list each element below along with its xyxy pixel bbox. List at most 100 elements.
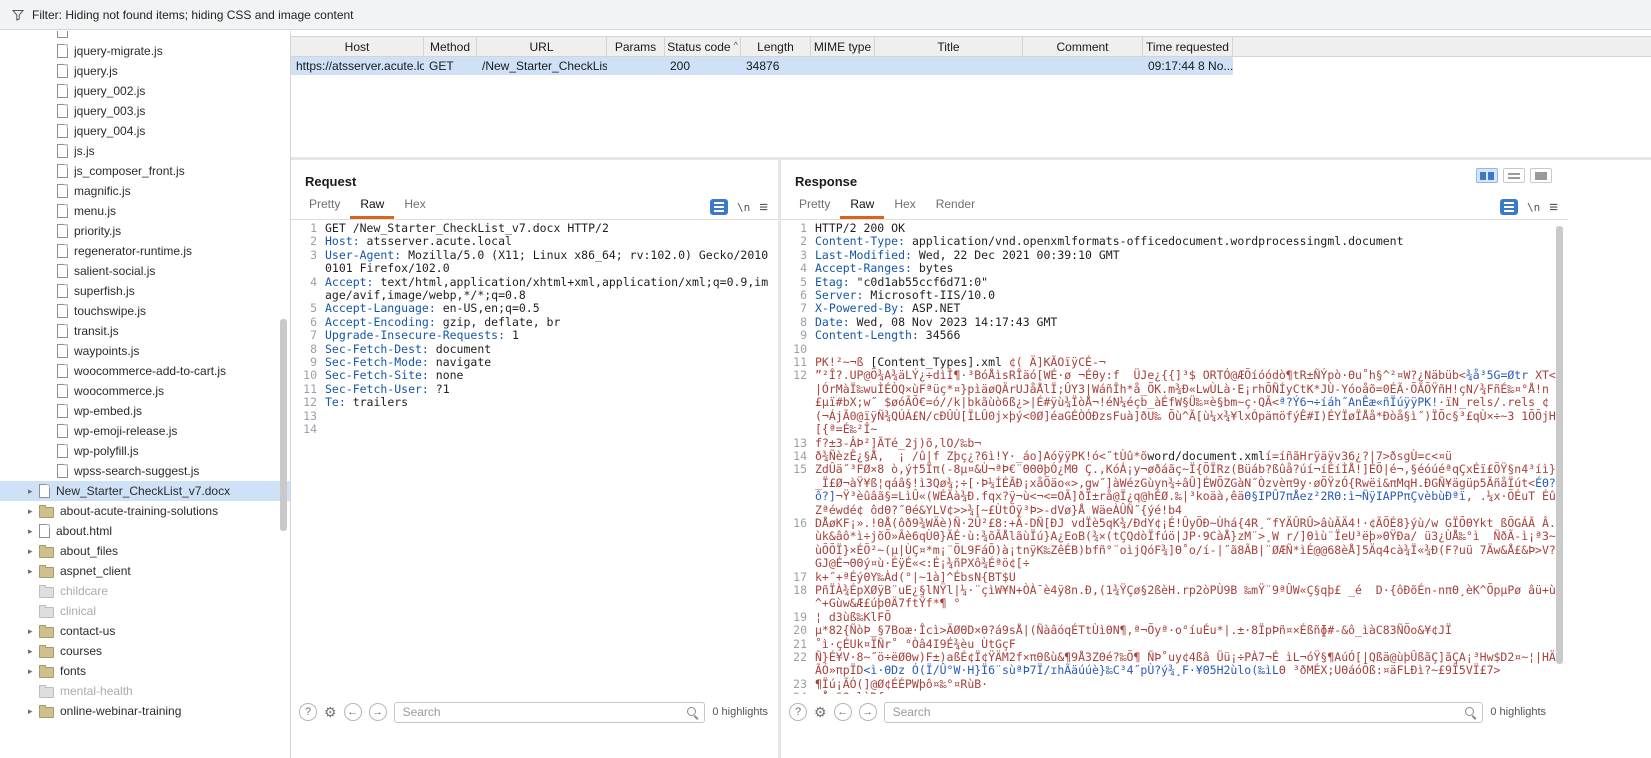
tree-item-label: wp-emoji-release.js [74, 424, 177, 438]
request-search-input[interactable] [394, 702, 706, 723]
tab-pretty[interactable]: Pretty [299, 193, 350, 219]
tree-item[interactable]: wp-embed.js [0, 401, 290, 421]
chevron-right-icon[interactable]: ▸ [28, 707, 39, 716]
tree-item[interactable]: childcare [0, 581, 290, 601]
column-header[interactable]: MIME type [811, 37, 875, 56]
chevron-right-icon[interactable]: ▸ [28, 567, 39, 576]
filter-bar[interactable]: Filter: Hiding not found items; hiding C… [0, 0, 1651, 30]
history-row[interactable]: https://atsserver.acute.lo...GET/New_Sta… [291, 57, 1233, 75]
help-icon[interactable]: ? [299, 703, 317, 721]
next-match-button[interactable]: → [369, 703, 387, 721]
tree-item[interactable]: ▸about_files [0, 541, 290, 561]
code-line: 4Accept: text/html,application/xhtml+xml… [297, 276, 770, 303]
prev-match-button[interactable]: ← [834, 703, 852, 721]
help-icon[interactable]: ? [789, 703, 807, 721]
tree-item[interactable]: waypoints.js [0, 341, 290, 361]
tree-scrollbar[interactable] [280, 319, 287, 531]
gear-icon[interactable]: ⚙ [814, 705, 827, 719]
chevron-right-icon[interactable]: ▸ [28, 547, 39, 556]
column-header[interactable]: Host [291, 37, 424, 56]
tree-item[interactable]: ▸courses [0, 641, 290, 661]
tab-raw[interactable]: Raw [350, 193, 394, 219]
prev-match-button[interactable]: ← [344, 703, 362, 721]
tree-item[interactable]: ▸New_Starter_CheckList_v7.docx [0, 481, 290, 501]
chevron-right-icon[interactable]: ▸ [28, 487, 39, 496]
tab-render[interactable]: Render [926, 193, 985, 219]
file-icon [57, 344, 68, 358]
tab-hex[interactable]: Hex [394, 193, 435, 219]
tree-item[interactable]: ▸about.html [0, 521, 290, 541]
column-header[interactable]: Method [424, 37, 477, 56]
gear-icon[interactable]: ⚙ [324, 705, 337, 719]
tree-item[interactable]: jquery_003.js [0, 101, 290, 121]
wrap-lines-icon[interactable] [1500, 199, 1518, 215]
tree-item[interactable]: jquery-migrate.js [0, 41, 290, 61]
tree-item[interactable]: js_composer_front.js [0, 161, 290, 181]
site-map-tree[interactable]: jquery-migrate.jsjquery.jsjquery_002.jsj… [0, 31, 291, 758]
history-cell: 200 [665, 57, 741, 75]
request-editor[interactable]: 1GET /New_Starter_CheckList_v7.docx HTTP… [297, 222, 770, 694]
tree-item[interactable]: ▸contact-us [0, 621, 290, 641]
chevron-right-icon[interactable]: ▸ [28, 527, 39, 536]
tree-item[interactable]: regenerator-runtime.js [0, 241, 290, 261]
layout-single-button[interactable] [1530, 168, 1552, 183]
tree-item[interactable]: jquery.js [0, 61, 290, 81]
tree-item[interactable]: ▸online-webinar-training [0, 701, 290, 721]
column-header[interactable]: Time requested [1143, 37, 1233, 56]
chevron-right-icon[interactable]: ▸ [28, 507, 39, 516]
line-number: 16 [787, 517, 815, 571]
tree-item[interactable]: woocommerce-add-to-cart.js [0, 361, 290, 381]
code-line: 24¿Å §Θ lùÐf [787, 691, 1560, 694]
tree-item[interactable]: priority.js [0, 221, 290, 241]
tree-item[interactable]: clinical [0, 601, 290, 621]
response-scrollbar[interactable] [1556, 226, 1563, 664]
tree-item[interactable]: mental-health [0, 681, 290, 701]
tree-item[interactable]: jquery_002.js [0, 81, 290, 101]
tree-item[interactable]: superfish.js [0, 281, 290, 301]
chevron-right-icon[interactable]: ▸ [28, 647, 39, 656]
tree-item[interactable]: salient-social.js [0, 261, 290, 281]
nonprintable-toggle-icon[interactable]: \n [1527, 201, 1540, 214]
tree-item-label: wpss-search-suggest.js [74, 464, 199, 478]
tree-item[interactable]: magnific.js [0, 181, 290, 201]
tab-pretty[interactable]: Pretty [789, 193, 840, 219]
response-search-input[interactable] [884, 702, 1484, 723]
column-header[interactable]: Comment [1023, 37, 1143, 56]
nonprintable-toggle-icon[interactable]: \n [737, 201, 750, 214]
tree-item[interactable]: wp-emoji-release.js [0, 421, 290, 441]
tab-hex[interactable]: Hex [884, 193, 925, 219]
editor-menu-icon[interactable]: ≡ [1549, 200, 1558, 215]
tree-item[interactable]: ▸aspnet_client [0, 561, 290, 581]
tree-item[interactable] [0, 31, 290, 41]
column-header[interactable]: Params [607, 37, 665, 56]
tree-item[interactable]: transit.js [0, 321, 290, 341]
editor-menu-icon[interactable]: ≡ [759, 200, 768, 215]
tree-item[interactable]: wp-polyfill.js [0, 441, 290, 461]
tree-item[interactable]: ▸about-acute-training-solutions [0, 501, 290, 521]
tab-raw[interactable]: Raw [840, 193, 884, 219]
chevron-right-icon[interactable]: ▸ [28, 627, 39, 636]
column-header[interactable]: URL [477, 37, 607, 56]
chevron-right-icon[interactable]: ▸ [28, 667, 39, 676]
column-header[interactable]: Status code^ [665, 37, 741, 56]
line-number: 9 [787, 329, 815, 342]
file-icon [57, 404, 68, 418]
layout-rows-button[interactable] [1503, 168, 1525, 183]
next-match-button[interactable]: → [859, 703, 877, 721]
tree-item[interactable]: ▸fonts [0, 661, 290, 681]
tree-item-label: waypoints.js [74, 344, 139, 358]
tree-item[interactable]: touchswipe.js [0, 301, 290, 321]
tree-item[interactable]: js.js [0, 141, 290, 161]
column-header[interactable]: Title [875, 37, 1023, 56]
tree-item[interactable]: menu.js [0, 201, 290, 221]
code-line: 5Accept-Language: en-US,en;q=0.5 [297, 302, 770, 315]
column-header[interactable]: Length [741, 37, 811, 56]
tree-item[interactable]: wpss-search-suggest.js [0, 461, 290, 481]
wrap-lines-icon[interactable] [710, 199, 728, 215]
line-number: 5 [787, 276, 815, 289]
layout-columns-button[interactable] [1476, 168, 1498, 183]
tree-item[interactable]: woocommerce.js [0, 381, 290, 401]
tree-item[interactable]: jquery_004.js [0, 121, 290, 141]
response-editor-icons: \n ≡ [1500, 199, 1568, 219]
response-editor[interactable]: 1HTTP/2 200 OK2Content-Type: application… [787, 222, 1560, 694]
